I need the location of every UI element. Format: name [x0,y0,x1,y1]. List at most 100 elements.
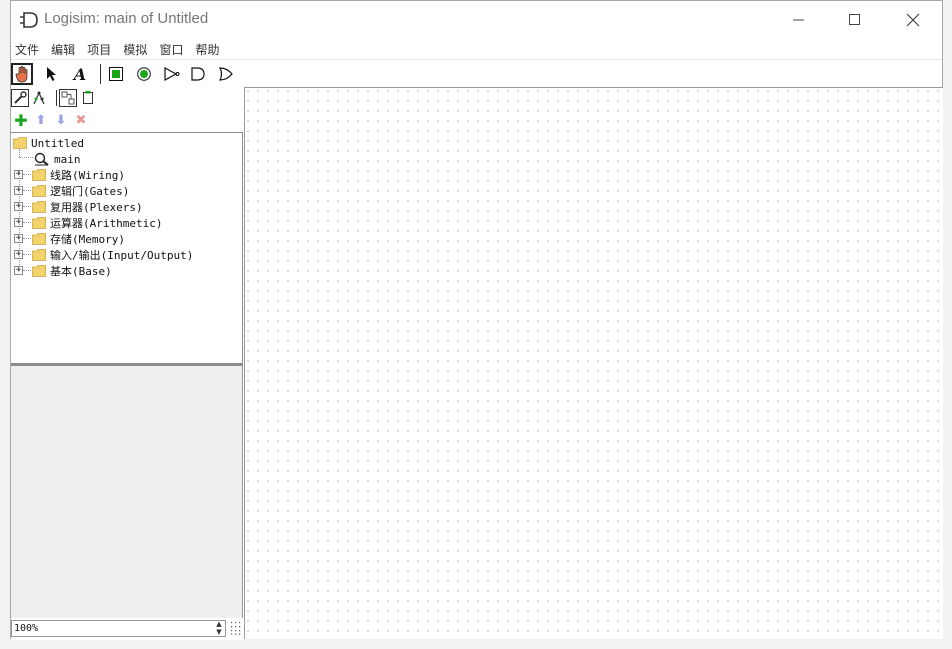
not-gate-icon [164,67,180,81]
input-pin-tool-button[interactable] [105,63,127,85]
left-panel: ✚ ⬆ ⬇ ✖ Untitled main + 线路(Wiring) + 逻辑门… [11,87,244,640]
tree-connector [23,206,31,207]
move-down-button[interactable]: ⬇ [53,112,69,128]
close-button[interactable] [890,1,936,39]
and-gate-tool-button[interactable] [187,63,209,85]
plus-icon: ✚ [14,110,28,130]
tree-library-label: 输入/输出(Input/Output) [50,249,194,262]
folder-icon [13,137,27,149]
menu-file[interactable]: 文件 [12,40,42,60]
grid-toggle-icon[interactable] [230,621,242,635]
window-title: Logisim: main of Untitled [44,10,209,27]
folder-icon [32,217,46,229]
background-window-strip-left [0,0,10,649]
attribute-table [11,364,243,618]
tree-library-label: 运算器(Arithmetic) [50,217,163,230]
tree-connector [23,270,31,271]
spinner-up-icon[interactable]: ▲ [212,620,226,628]
circuit-appearance-icon [83,91,93,104]
zoom-spinner[interactable]: ▲ ▼ [212,620,226,637]
menu-window[interactable]: 窗口 [156,40,186,60]
move-up-button[interactable]: ⬆ [33,112,49,128]
tree-connector [23,222,31,223]
or-gate-tool-button[interactable] [215,63,237,85]
menu-project[interactable]: 项目 [84,40,114,60]
background-window-strip-bottom [0,639,952,649]
remove-circuit-button[interactable]: ✖ [73,112,89,128]
toolbar: A [11,60,942,87]
folder-icon [32,265,46,277]
tree-circuit-label: main [54,152,81,166]
tree-library-label: 基本(Base) [50,265,112,278]
add-circuit-button[interactable]: ✚ [13,110,29,130]
tree-connector [19,157,33,158]
tree-library-label: 存储(Memory) [50,233,125,246]
zoom-field[interactable]: 100% [11,620,226,637]
tree-circuit-main[interactable]: main [34,151,81,167]
folder-icon [32,169,46,181]
arrow-up-icon: ⬆ [35,112,47,128]
minimize-button[interactable] [776,1,822,39]
or-gate-icon [219,67,233,81]
and-gate-icon [191,67,205,81]
edit-circuit-appearance-button[interactable] [79,89,97,107]
output-pin-icon [137,67,151,81]
toolbar-separator [100,64,101,84]
logisim-window: Logisim: main of Untitled 文件 编辑 项目 模拟 窗口… [10,0,943,640]
simulation-tree-icon [33,91,45,105]
logisim-app-icon [20,12,38,28]
circuit-layout-icon [61,91,75,105]
menu-edit[interactable]: 编辑 [48,40,78,60]
poke-tool-button[interactable] [11,63,33,85]
background-window-strip-right [942,0,952,649]
text-tool-button[interactable]: A [69,63,91,85]
tree-connector [23,254,31,255]
folder-icon [32,201,46,213]
explorer-toolbar [11,87,244,109]
project-tree: Untitled main + 线路(Wiring) + 逻辑门(Gates) [11,132,243,364]
select-tool-button[interactable] [41,63,63,85]
tree-connector [23,174,31,175]
menu-simulate[interactable]: 模拟 [120,40,150,60]
tree-library-label: 逻辑门(Gates) [50,185,130,198]
tree-library-base[interactable]: 基本(Base) [32,263,112,279]
edit-circuit-layout-button[interactable] [59,89,77,107]
output-pin-tool-button[interactable] [133,63,155,85]
tree-library-wiring[interactable]: 线路(Wiring) [32,167,125,183]
folder-icon [32,249,46,261]
tree-root[interactable]: Untitled [13,135,84,151]
show-simulation-tree-button[interactable] [31,89,49,107]
menu-bar: 文件 编辑 项目 模拟 窗口 帮助 [11,39,942,60]
not-gate-tool-button[interactable] [161,63,183,85]
close-x-icon: ✖ [75,112,87,128]
arrow-down-icon: ⬇ [55,112,67,128]
tree-connector [19,171,20,271]
input-pin-icon [109,67,123,81]
tree-connector [19,149,20,157]
zoom-control: 100% ▲ ▼ [11,618,244,640]
tree-root-label: Untitled [31,136,84,150]
tree-library-arithmetic[interactable]: 运算器(Arithmetic) [32,215,162,231]
tree-toolbar: ✚ ⬆ ⬇ ✖ [11,111,244,131]
tree-library-input-output[interactable]: 输入/输出(Input/Output) [32,247,193,263]
title-bar[interactable]: Logisim: main of Untitled [11,1,942,39]
text-a-icon: A [73,64,87,84]
tree-library-label: 复用器(Plexers) [50,201,143,214]
explorer-separator [56,90,57,106]
maximize-button[interactable] [832,1,878,39]
toolbox-wrench-icon [14,91,27,104]
tree-connector [23,190,31,191]
magnifier-circuit-icon [34,152,49,166]
show-toolbox-button[interactable] [11,89,29,107]
menu-help[interactable]: 帮助 [193,40,223,60]
circuit-canvas[interactable] [244,87,943,639]
tree-library-plexers[interactable]: 复用器(Plexers) [32,199,143,215]
tree-library-memory[interactable]: 存储(Memory) [32,231,125,247]
spinner-down-icon[interactable]: ▼ [212,628,226,636]
hand-pointer-icon [15,65,28,83]
folder-icon [32,185,46,197]
tree-library-label: 线路(Wiring) [50,169,125,182]
tree-library-gates[interactable]: 逻辑门(Gates) [32,183,129,199]
tree-connector [23,238,31,239]
arrow-cursor-icon [47,67,56,81]
